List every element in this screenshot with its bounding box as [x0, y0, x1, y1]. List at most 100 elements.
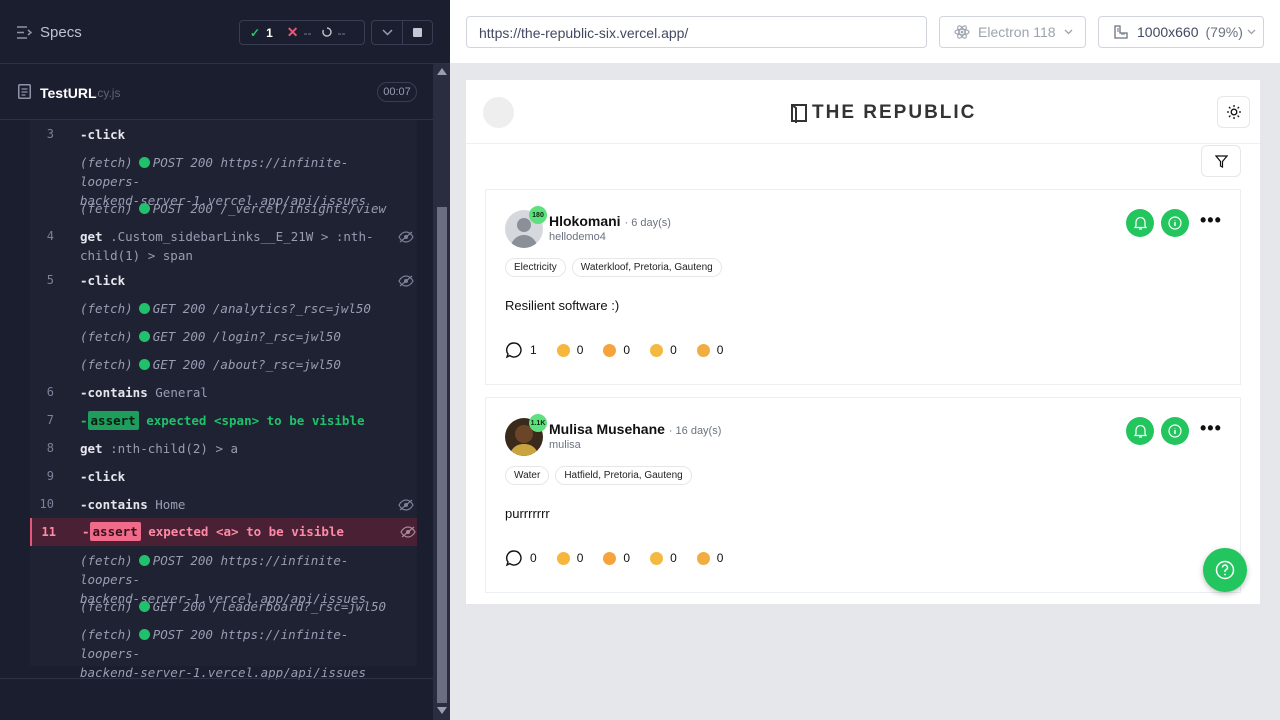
command-log: 3 -click (fetch) POST 200 https://infinit…: [30, 120, 417, 680]
reaction-count: 0: [576, 343, 584, 357]
angry-emoji-icon[interactable]: [696, 551, 710, 565]
collapse-button[interactable]: [371, 20, 403, 45]
chevron-down-icon: [1064, 29, 1073, 35]
viewport-select[interactable]: 1000x660 (79%): [1098, 16, 1264, 48]
divider: [0, 678, 433, 679]
eye-slash-icon[interactable]: [398, 499, 414, 511]
filter-icon: [1214, 154, 1228, 168]
location-tag: Hatfield, Pretoria, Gauteng: [555, 466, 692, 485]
eye-slash-icon[interactable]: [398, 231, 414, 243]
ruler-icon: [1114, 24, 1128, 39]
failed-command-row[interactable]: 11 - assert expected <a> to be visible: [30, 518, 417, 546]
x-icon: ✕: [286, 24, 299, 40]
reaction-count: 0: [623, 551, 631, 565]
user-handle: hellodemo4: [549, 231, 606, 243]
test-runner-panel: Specs ✓ 1 ✕ -- -- TestURL .cy.js 00:07 3…: [0, 0, 450, 720]
user-name[interactable]: Hlokomani: [549, 213, 621, 229]
subscribe-button[interactable]: [1126, 209, 1154, 237]
file-icon: [18, 84, 31, 99]
reaction-bar: 1 0 0 0 0: [505, 341, 743, 359]
reaction-count: 0: [670, 343, 677, 357]
post-card[interactable]: 180 Hlokomani · 6 day(s) hellodemo4 ••• …: [485, 189, 1241, 385]
scrollbar-thumb[interactable]: [437, 207, 447, 703]
category-tag: Water: [505, 466, 550, 485]
failed-count: --: [303, 25, 312, 40]
spec-file-name[interactable]: TestURL: [40, 85, 97, 101]
pending-icon: [322, 26, 333, 40]
category-tag: Electricity: [505, 258, 566, 277]
grimace-emoji-icon[interactable]: [650, 343, 664, 357]
post-card[interactable]: 1.1K Mulisa Musehane · 16 day(s) mulisa …: [485, 397, 1241, 593]
user-name[interactable]: Mulisa Musehane: [549, 421, 665, 437]
sad-emoji-icon[interactable]: [556, 343, 570, 357]
specs-list-icon[interactable]: [17, 26, 32, 39]
zoom-level: (79%): [1205, 24, 1243, 40]
reaction-count: 0: [623, 343, 631, 357]
scroll-up-icon[interactable]: [437, 68, 447, 75]
info-button[interactable]: [1161, 417, 1189, 445]
more-options-icon[interactable]: •••: [1200, 418, 1222, 439]
avatar[interactable]: [483, 97, 514, 128]
filter-button[interactable]: [1201, 145, 1241, 177]
logo-icon: [791, 104, 807, 123]
grimace-emoji-icon[interactable]: [650, 551, 664, 565]
passed-count: 1: [266, 25, 273, 40]
stop-button[interactable]: [403, 20, 433, 45]
user-handle: mulisa: [549, 439, 581, 451]
scroll-down-icon[interactable]: [437, 707, 447, 714]
post-time: · 6 day(s): [624, 217, 671, 229]
browser-select[interactable]: Electron 118: [939, 16, 1086, 48]
electron-icon: [954, 25, 970, 39]
sad-emoji-icon[interactable]: [556, 551, 570, 565]
check-icon: ✓: [250, 25, 261, 40]
comment-icon[interactable]: [505, 549, 523, 567]
status-dot-icon: [138, 601, 150, 612]
specs-label[interactable]: Specs: [40, 24, 82, 41]
eye-slash-icon[interactable]: [400, 526, 416, 538]
comment-icon[interactable]: [505, 341, 523, 359]
status-dot-icon: [138, 203, 150, 214]
viewport-size: 1000x660: [1137, 24, 1199, 40]
runner-header: Specs ✓ 1 ✕ -- --: [0, 0, 450, 64]
reaction-count: 0: [576, 551, 584, 565]
status-dot-icon: [138, 555, 150, 566]
info-icon: [1168, 216, 1182, 230]
laugh-emoji-icon[interactable]: [603, 551, 617, 565]
theme-toggle-button[interactable]: [1217, 96, 1250, 128]
bell-icon: [1133, 424, 1147, 438]
app-preview: THE REPUBLIC 180 Hlokomani · 6 day(s) he…: [466, 80, 1260, 604]
app-logo[interactable]: THE REPUBLIC: [790, 100, 976, 126]
app-header: THE REPUBLIC: [466, 80, 1260, 144]
status-dot-icon: [138, 629, 150, 640]
chevron-down-icon: [381, 29, 393, 36]
status-dot-icon: [138, 303, 150, 314]
comment-count: 1: [530, 343, 537, 357]
test-stats: ✓ 1 ✕ -- --: [239, 20, 365, 45]
angry-emoji-icon[interactable]: [696, 343, 710, 357]
reaction-count: 0: [716, 343, 724, 357]
chevron-down-icon: [1247, 29, 1256, 35]
bell-icon: [1133, 216, 1147, 230]
more-options-icon[interactable]: •••: [1200, 210, 1222, 231]
eye-slash-icon[interactable]: [398, 275, 414, 287]
location-tag: Waterkloof, Pretoria, Gauteng: [571, 258, 722, 277]
reaction-bar: 0 0 0 0 0: [505, 549, 743, 567]
subscribe-button[interactable]: [1126, 417, 1154, 445]
info-button[interactable]: [1161, 209, 1189, 237]
stop-icon: [413, 28, 422, 37]
reaction-count: 0: [716, 551, 724, 565]
logo-text: THE REPUBLIC: [812, 102, 977, 123]
status-dot-icon: [138, 359, 150, 370]
info-icon: [1168, 424, 1182, 438]
post-body: purrrrrrr: [505, 506, 550, 521]
reputation-badge: 1.1K: [529, 414, 547, 432]
status-dot-icon: [138, 331, 150, 342]
spec-duration: 00:07: [377, 82, 417, 102]
help-button[interactable]: [1203, 548, 1247, 592]
question-icon: [1215, 560, 1235, 580]
url-bar[interactable]: https://the-republic-six.vercel.app/: [466, 16, 927, 48]
laugh-emoji-icon[interactable]: [603, 343, 617, 357]
reaction-count: 0: [670, 551, 677, 565]
post-time: · 16 day(s): [668, 425, 722, 437]
post-body: Resilient software :): [505, 298, 620, 313]
